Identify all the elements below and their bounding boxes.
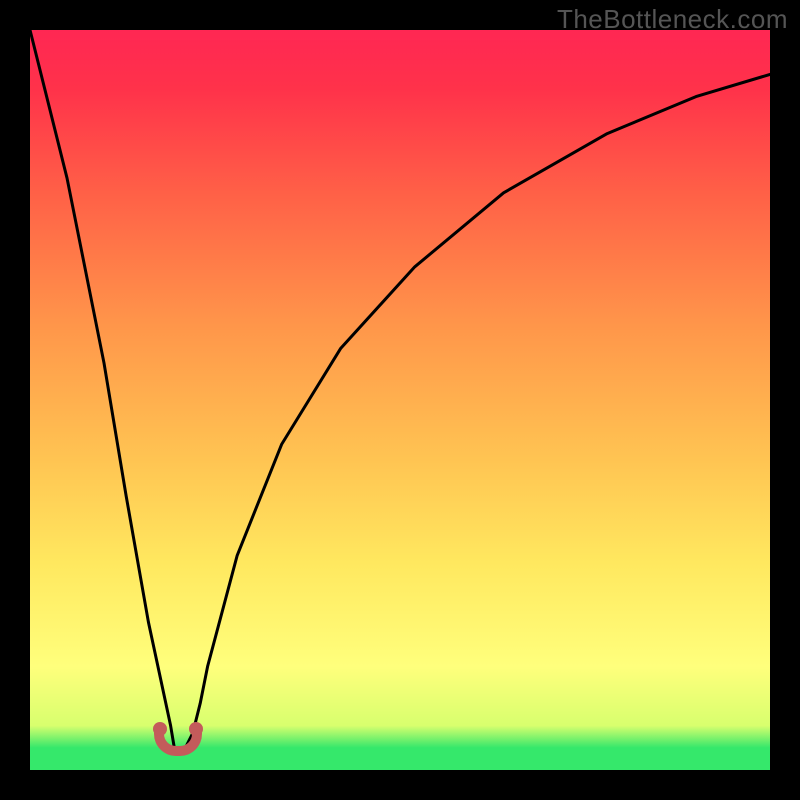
chart-frame: TheBottleneck.com — [0, 0, 800, 800]
bottleneck-curve — [30, 30, 770, 770]
marker-dot-left — [153, 722, 167, 736]
plot-area — [30, 30, 770, 770]
marker-dot-right — [189, 722, 203, 736]
